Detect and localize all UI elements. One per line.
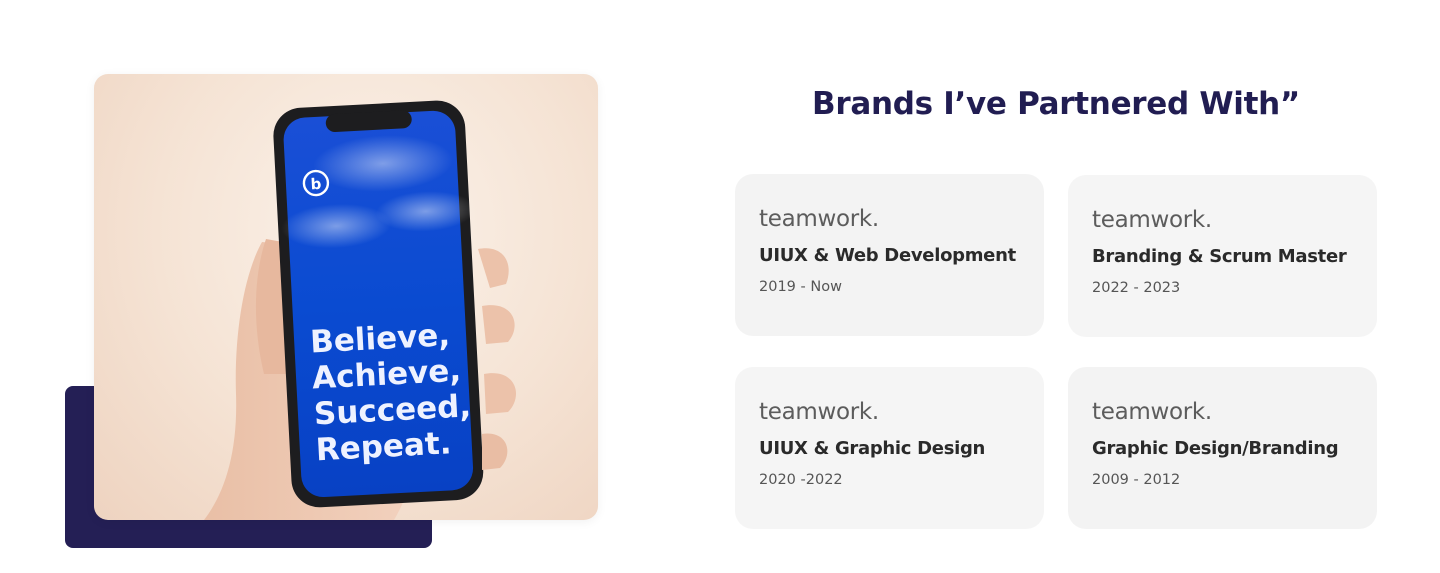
partner-brand: teamwork. xyxy=(759,399,879,425)
partner-period: 2020 -2022 xyxy=(759,472,843,488)
partner-role: Branding & Scrum Master xyxy=(1092,246,1347,267)
partner-brand: teamwork. xyxy=(1092,399,1212,425)
partner-card[interactable]: teamwork. UIUX & Graphic Design 2020 -20… xyxy=(735,367,1044,529)
partner-period: 2022 - 2023 xyxy=(1092,280,1181,296)
brands-section: b Believe, Achieve, Succeed, Repeat. Bra… xyxy=(0,0,1440,573)
partner-role: UIUX & Web Development xyxy=(759,245,1016,266)
partner-card[interactable]: teamwork. Graphic Design/Branding 2009 -… xyxy=(1068,367,1377,529)
section-title: Brands I’ve Partnered With” xyxy=(812,86,1300,122)
partner-period: 2019 - Now xyxy=(759,279,842,295)
app-logo-letter: b xyxy=(310,175,322,194)
partner-card[interactable]: teamwork. UIUX & Web Development 2019 - … xyxy=(735,174,1044,336)
partner-brand: teamwork. xyxy=(759,206,879,232)
hand-fingers xyxy=(478,248,509,288)
screen-line-4: Repeat. xyxy=(315,425,452,468)
partner-card[interactable]: teamwork. Branding & Scrum Master 2022 -… xyxy=(1068,175,1377,337)
hero-photo: b Believe, Achieve, Succeed, Repeat. xyxy=(94,74,598,520)
partner-role: UIUX & Graphic Design xyxy=(759,438,986,459)
partner-period: 2009 - 2012 xyxy=(1092,472,1181,488)
phone-in-hand-illustration: b Believe, Achieve, Succeed, Repeat. xyxy=(204,100,516,520)
partner-brand: teamwork. xyxy=(1092,207,1212,233)
partner-role: Graphic Design/Branding xyxy=(1092,438,1339,459)
